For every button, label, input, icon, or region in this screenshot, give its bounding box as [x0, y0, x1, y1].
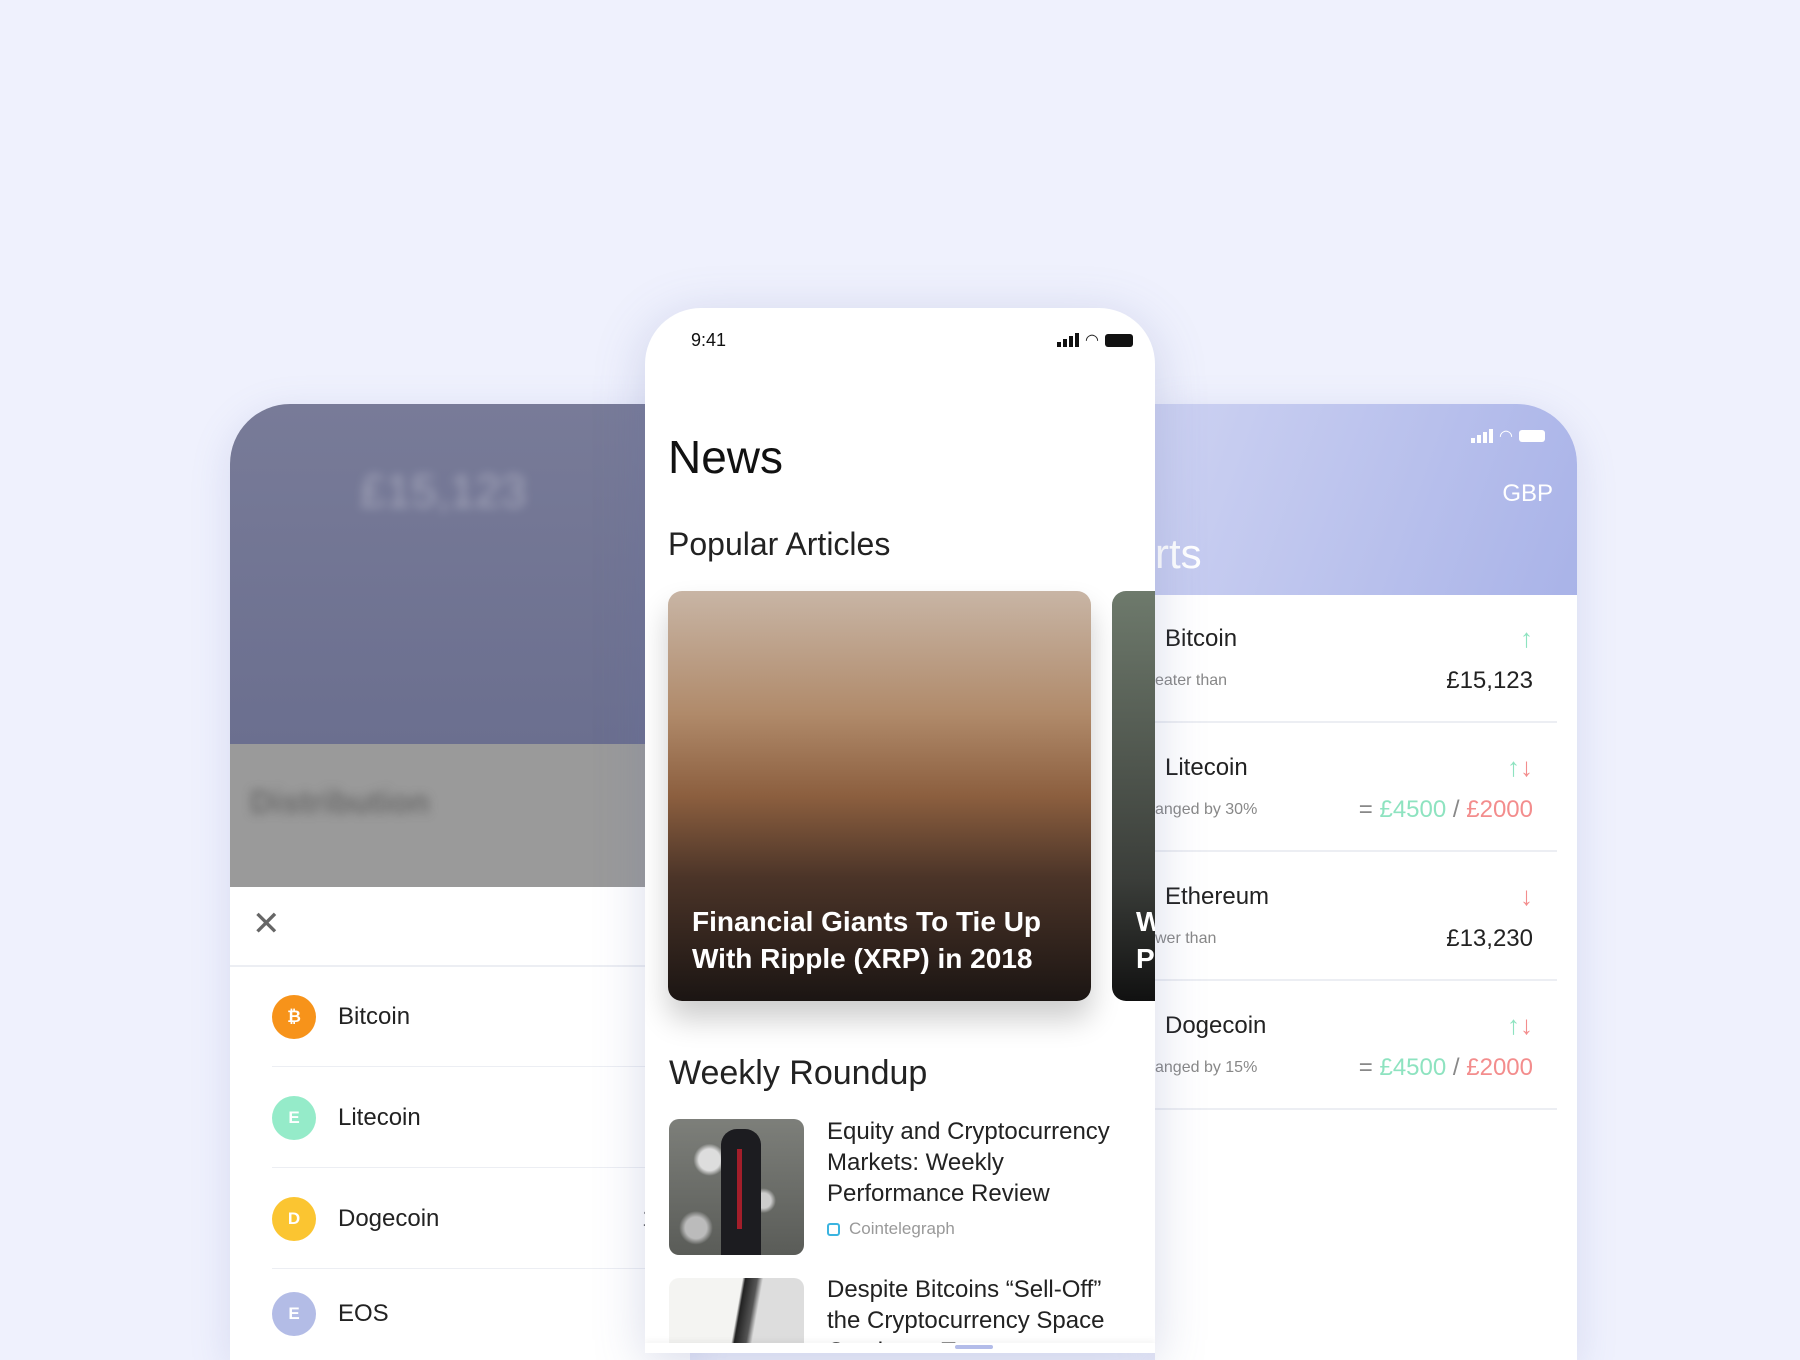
- alert-condition: wer than: [1155, 930, 1217, 947]
- featured-article-card-2[interactable]: W P: [1112, 591, 1155, 1001]
- coin-item-eos[interactable]: E EOS: [272, 1270, 690, 1358]
- alerts-screen: ◠ GBP rts Bitcoin ↑ eater than £15,123 L…: [1155, 404, 1577, 1360]
- status-icons: ◠: [1057, 330, 1133, 350]
- alert-condition: eater than: [1155, 672, 1228, 689]
- alert-dogecoin[interactable]: Dogecoin ↑↓ anged by 15% = £4500 / £2000: [1155, 982, 1557, 1110]
- arrow-up-icon: ↑: [1520, 623, 1533, 653]
- alert-condition: anged by 30%: [1155, 801, 1258, 818]
- wifi-icon: ◠: [1499, 428, 1513, 445]
- alert-value: £13,230: [1446, 925, 1533, 952]
- coin-item-litecoin[interactable]: E Litecoin: [272, 1068, 690, 1168]
- distribution-heading: Distribution: [250, 784, 430, 820]
- home-indicator: [955, 1345, 993, 1349]
- currency-selector[interactable]: GBP: [1502, 480, 1553, 508]
- signal-icon: [1057, 333, 1080, 347]
- arrow-up-down-icon: ↑↓: [1507, 752, 1533, 782]
- weekly-roundup-heading: Weekly Roundup: [669, 1054, 928, 1092]
- litecoin-icon: E: [272, 1095, 316, 1140]
- eos-icon: E: [272, 1292, 316, 1336]
- alert-value: £15,123: [1446, 667, 1533, 694]
- status-time: 9:41: [691, 330, 727, 350]
- article-title[interactable]: Equity and Cryptocurrency Markets: Weekl…: [827, 1116, 1137, 1209]
- alert-bitcoin[interactable]: Bitcoin ↑ eater than £15,123: [1155, 595, 1557, 723]
- status-icons: ◠: [1471, 426, 1545, 446]
- alert-name: Ethereum: [1165, 883, 1270, 910]
- alert-range: = £4500 / £2000: [1358, 796, 1533, 823]
- article-title[interactable]: Despite Bitcoins “Sell-Off” the Cryptocu…: [827, 1274, 1137, 1348]
- battery-icon: [1105, 333, 1133, 347]
- page-title: News: [668, 431, 784, 483]
- alerts-header: ◠ GBP rts: [1155, 404, 1577, 595]
- alert-range: = £4500 / £2000: [1358, 1054, 1533, 1081]
- dimmed-overlay: Distribution: [230, 744, 690, 887]
- source-icon: [827, 1222, 840, 1236]
- article-thumbnail[interactable]: [669, 1119, 804, 1255]
- source-name: Cointelegraph: [849, 1219, 955, 1238]
- coin-item-dogecoin[interactable]: D Dogecoin 1: [272, 1169, 690, 1269]
- featured-article-card[interactable]: Financial Giants To Tie Up With Ripple (…: [668, 591, 1091, 1001]
- popular-articles-heading: Popular Articles: [668, 526, 891, 562]
- wifi-icon: ◠: [1085, 332, 1099, 349]
- alert-litecoin[interactable]: Litecoin ↑↓ anged by 30% = £4500 / £2000: [1155, 724, 1557, 852]
- alert-name: Dogecoin: [1165, 1012, 1267, 1039]
- article-source: Cointelegraph: [827, 1219, 955, 1239]
- balance-blurred: £15,123: [360, 465, 527, 517]
- close-icon[interactable]: ✕: [252, 907, 281, 941]
- alert-ethereum[interactable]: Ethereum ↓ wer than £13,230: [1155, 853, 1557, 981]
- alert-name: Litecoin: [1165, 754, 1248, 781]
- arrow-up-down-icon: ↑↓: [1507, 1010, 1533, 1040]
- bitcoin-icon: ₿: [272, 994, 316, 1039]
- dogecoin-icon: D: [272, 1196, 316, 1241]
- news-screen: 9:41 ◠ News Popular Articles Financial G…: [645, 308, 1155, 1353]
- battery-icon: [1519, 430, 1545, 442]
- alert-name: Bitcoin: [1165, 625, 1238, 652]
- portfolio-screen: £15,123 Distribution ✕ ₿ Bitcoin E Litec…: [230, 404, 690, 1360]
- featured-article-title: W P: [1136, 906, 1155, 974]
- coin-name: EOS: [338, 1300, 389, 1327]
- coin-item-bitcoin[interactable]: ₿ Bitcoin: [272, 967, 690, 1067]
- alerts-title: rts: [1155, 530, 1202, 577]
- arrow-down-icon: ↓: [1520, 881, 1533, 911]
- coin-name: Litecoin: [338, 1103, 421, 1131]
- article-thumbnail[interactable]: [669, 1278, 804, 1348]
- portfolio-header: £15,123: [230, 404, 690, 744]
- coin-picker-sheet: ✕ ₿ Bitcoin E Litecoin D Dogecoin 1 E EO…: [230, 887, 690, 1360]
- coin-name: Dogecoin: [338, 1204, 440, 1232]
- signal-icon: [1471, 429, 1494, 443]
- alert-condition: anged by 15%: [1155, 1059, 1258, 1076]
- coin-name: Bitcoin: [338, 1002, 411, 1030]
- featured-article-title: Financial Giants To Tie Up With Ripple (…: [692, 906, 1042, 974]
